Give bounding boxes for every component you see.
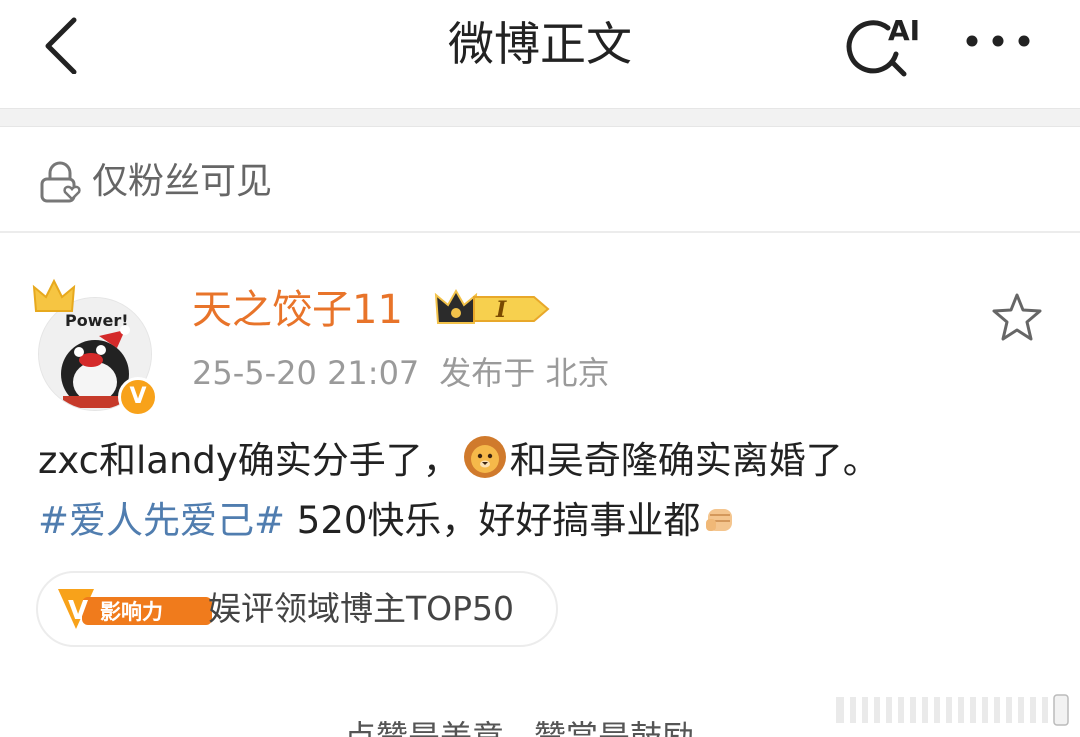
post-text-part-1: zxc和landy确实分手了， bbox=[38, 439, 460, 482]
visibility-notice: 仅粉丝可见 bbox=[0, 127, 1080, 233]
post-content-line-2: #爱人先爱己# 520快乐，好好搞事业都 bbox=[38, 491, 1048, 551]
member-level-badge-icon[interactable]: I bbox=[434, 287, 552, 331]
more-options-icon[interactable] bbox=[962, 26, 1034, 56]
influence-logo-text: 影响力 bbox=[100, 600, 163, 624]
author-name[interactable]: 天之饺子11 bbox=[192, 285, 403, 335]
ai-search-icon[interactable]: AI bbox=[844, 8, 924, 80]
lion-emoji-icon bbox=[463, 436, 506, 478]
author-avatar-container[interactable]: Power! V bbox=[30, 255, 160, 417]
like-hint-text: 点赞是美意 bbox=[344, 718, 505, 737]
influence-logo-letter: V bbox=[68, 596, 88, 626]
fans-only-lock-icon bbox=[40, 161, 81, 203]
hashtag-link[interactable]: #爱人先爱己# bbox=[38, 499, 285, 542]
ai-label: AI bbox=[888, 14, 920, 47]
favorite-star-icon[interactable] bbox=[990, 291, 1044, 343]
post-card: Power! V 天之饺子11 I 25-5-20 21:07 发布于 北京 z… bbox=[0, 235, 1080, 737]
visibility-text: 仅粉丝可见 bbox=[92, 161, 273, 202]
fist-emoji-icon bbox=[706, 509, 733, 531]
post-timestamp: 25-5-20 21:07 bbox=[192, 354, 420, 392]
crown-icon bbox=[32, 278, 76, 312]
verified-badge: V bbox=[118, 377, 158, 417]
influence-logo-icon: V 影响力 bbox=[58, 589, 212, 629]
scroll-indicator-icon bbox=[836, 694, 1069, 726]
like-reward-hint: 点赞是美意 赞赏是鼓励 bbox=[344, 717, 694, 737]
influence-tag[interactable]: V 影响力 娱评领域博主TOP50 bbox=[36, 571, 558, 647]
post-content: zxc和landy确实分手了， 和吴奇隆确实离婚了。 #爱人先爱己# 520快乐… bbox=[38, 431, 1048, 551]
post-location: 发布于 北京 bbox=[439, 354, 610, 392]
post-content-line-1: zxc和landy确实分手了， 和吴奇隆确实离婚了。 bbox=[38, 431, 1048, 491]
post-text-part-2: 和吴奇隆确实离婚了。 bbox=[509, 439, 880, 482]
influence-label: 娱评领域博主TOP50 bbox=[208, 589, 515, 628]
post-text-part-3: 520快乐，好好搞事业都 bbox=[285, 499, 701, 542]
reward-hint-text: 赞赏是鼓励 bbox=[534, 718, 695, 737]
section-divider bbox=[0, 108, 1080, 127]
level-badge-text: I bbox=[495, 297, 507, 323]
top-nav-bar: 微博正文 AI bbox=[0, 0, 1080, 108]
post-meta: 25-5-20 21:07 发布于 北京 bbox=[192, 351, 609, 395]
